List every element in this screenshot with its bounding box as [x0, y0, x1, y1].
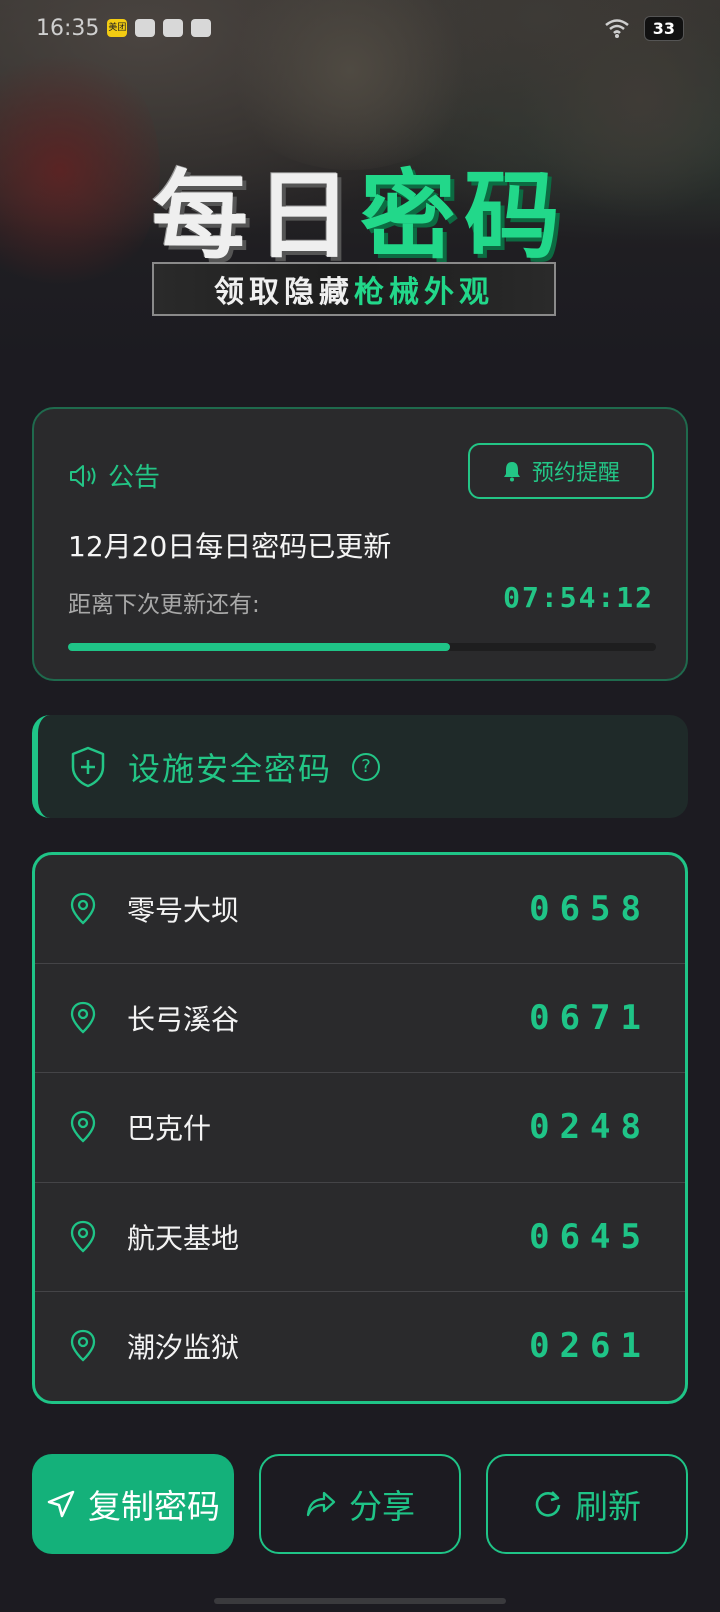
- share-button[interactable]: 分享: [259, 1454, 461, 1554]
- notice-header: 公告: [68, 457, 160, 494]
- hero-banner: 16:35 美团 33 每日密码 领取隐藏 枪械外观: [0, 0, 720, 360]
- password-list: 零号大坝 0658 长弓溪谷 0671 巴克什 0248 航天基地 0645 潮汐监狱 0261: [32, 852, 688, 1404]
- bell-icon: [503, 462, 520, 482]
- remind-label: 预约提醒: [531, 461, 620, 486]
- password-row[interactable]: 巴克什 0248: [35, 1073, 685, 1183]
- countdown-label: 距离下次更新还有:: [68, 592, 260, 618]
- notification-icon: [191, 19, 212, 37]
- send-icon: [47, 1490, 75, 1518]
- notification-icon: [163, 19, 184, 37]
- page-title: 每日密码: [0, 138, 720, 277]
- wifi-icon: [604, 19, 629, 38]
- location-pin-icon: [70, 1111, 96, 1144]
- refresh-label: 刷新: [575, 1487, 641, 1526]
- status-time: 16:35: [36, 15, 100, 41]
- password-code[interactable]: 0658: [529, 889, 651, 929]
- update-progress-bar: [68, 643, 656, 651]
- remind-button[interactable]: 预约提醒: [468, 443, 654, 499]
- notice-card: 公告 预约提醒 12月20日每日密码已更新 距离下次更新还有: 07:54:12: [32, 407, 688, 681]
- password-code[interactable]: 0248: [529, 1107, 651, 1147]
- notice-label: 公告: [108, 463, 161, 493]
- share-icon: [306, 1491, 336, 1517]
- password-code[interactable]: 0645: [529, 1217, 651, 1257]
- home-indicator[interactable]: [214, 1598, 506, 1604]
- notification-icon: [135, 19, 156, 37]
- battery-level: 33: [643, 15, 684, 41]
- help-icon[interactable]: ?: [352, 752, 381, 781]
- location-pin-icon: [70, 1002, 96, 1034]
- password-code[interactable]: 0671: [529, 998, 651, 1038]
- safe-password-section: 设施安全密码 ?: [32, 715, 688, 818]
- title-part-green: 密码: [360, 160, 568, 272]
- password-row[interactable]: 零号大坝 0658: [35, 855, 685, 965]
- password-code[interactable]: 0261: [529, 1326, 651, 1366]
- safe-section-title: 设施安全密码: [128, 749, 333, 788]
- countdown-value: 07:54:12: [503, 581, 654, 614]
- subtitle-part-green: 枪械外观: [354, 275, 494, 310]
- meituan-notification-icon: 美团: [107, 19, 128, 37]
- subtitle-part-white: 领取隐藏: [214, 275, 354, 310]
- map-name: 长弓溪谷: [127, 1003, 240, 1037]
- notice-title: 12月20日每日密码已更新: [68, 530, 392, 563]
- map-name: 潮汐监狱: [127, 1331, 240, 1365]
- copy-label: 复制密码: [88, 1487, 220, 1526]
- location-pin-icon: [70, 892, 96, 925]
- status-bar: 16:35 美团 33: [36, 10, 684, 46]
- location-pin-icon: [70, 1330, 96, 1362]
- refresh-icon: [535, 1491, 561, 1517]
- refresh-button[interactable]: 刷新: [486, 1454, 688, 1554]
- location-pin-icon: [70, 1220, 96, 1253]
- copy-password-button[interactable]: 复制密码: [32, 1454, 234, 1554]
- title-part-white: 每日: [152, 160, 360, 272]
- share-label: 分享: [349, 1487, 415, 1526]
- update-progress-fill: [68, 643, 451, 651]
- map-name: 零号大坝: [127, 894, 240, 928]
- map-name: 巴克什: [127, 1112, 212, 1146]
- speaker-icon: [70, 464, 96, 487]
- subtitle-banner: 领取隐藏 枪械外观: [152, 262, 556, 316]
- map-name: 航天基地: [127, 1221, 240, 1255]
- password-row[interactable]: 航天基地 0645: [35, 1183, 685, 1292]
- password-row[interactable]: 潮汐监狱 0261: [35, 1292, 685, 1401]
- shield-plus-icon: [71, 746, 105, 787]
- password-row[interactable]: 长弓溪谷 0671: [35, 964, 685, 1074]
